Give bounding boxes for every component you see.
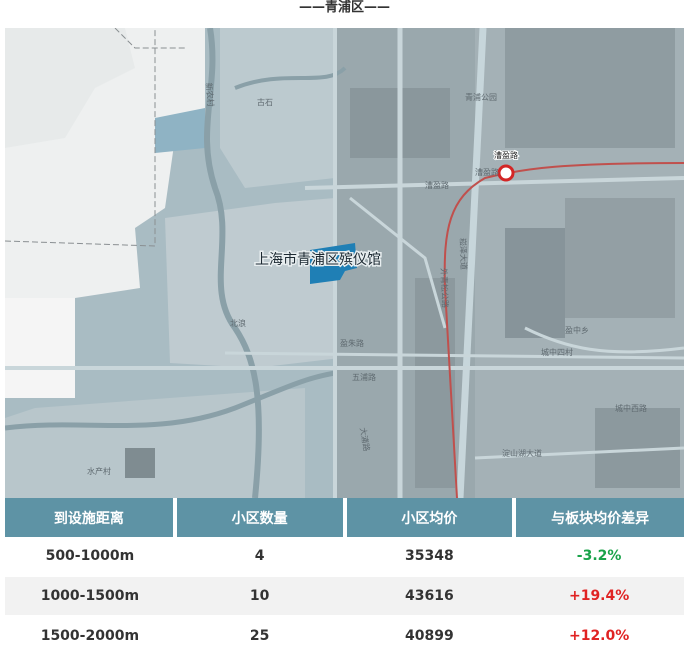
place-label: 城中西路	[615, 403, 647, 413]
cell-count: 4	[174, 537, 345, 577]
place-label: 漕盈路	[425, 180, 449, 190]
metro-station-icon[interactable]	[497, 164, 515, 182]
table-row: 1000-1500m 10 43616 +19.4%	[5, 576, 684, 617]
urban-block	[415, 278, 455, 488]
place-label: 漕盈路	[475, 167, 499, 177]
stats-table: 到设施距离 小区数量 小区均价 与板块均价差异 500-1000m 4 3534…	[5, 498, 684, 657]
table-header-row: 到设施距离 小区数量 小区均价 与板块均价差异	[5, 498, 684, 537]
cell-distance: 1500-2000m	[5, 616, 175, 657]
station-label: 漕盈路	[494, 150, 518, 160]
place-label: 水产村	[87, 466, 111, 476]
place-label: 城中四村	[541, 347, 573, 357]
place-label: 外青松公路	[439, 268, 450, 308]
cell-distance: 500-1000m	[5, 537, 175, 577]
header-avg-price: 小区均价	[342, 498, 515, 537]
place-label: 新农村	[204, 82, 216, 107]
cell-diff: -3.2%	[514, 537, 684, 577]
cell-diff: +12.0%	[514, 616, 684, 657]
cell-price: 43616	[344, 576, 515, 617]
place-label: 崧泽大道	[458, 238, 469, 270]
cell-price: 35348	[344, 537, 515, 577]
cell-count: 25	[174, 616, 345, 657]
place-label: 盈朱路	[340, 338, 364, 348]
place-label: 淀山湖大道	[502, 448, 542, 458]
place-label: 青浦公园	[465, 92, 497, 102]
place-label: 五浦路	[352, 372, 376, 382]
cell-distance: 1000-1500m	[5, 576, 175, 617]
place-label: 古石	[257, 97, 273, 107]
place-label: 北浪	[230, 318, 246, 328]
header-distance: 到设施距离	[5, 498, 175, 537]
map-canvas: 上海市青浦区殡仪馆 漕盈路 古石 北浪 水产村 盈中乡 城中西路 漕盈路 淀山湖…	[5, 28, 684, 498]
urban-block	[125, 448, 155, 478]
urban-block	[565, 198, 675, 318]
cell-price: 40899	[344, 616, 515, 657]
land-block	[220, 28, 335, 188]
header-price-diff: 与板块均价差异	[512, 498, 684, 537]
facility-label: 上海市青浦区殡仪馆	[255, 251, 381, 268]
cell-count: 10	[174, 576, 345, 617]
cell-diff: +19.4%	[514, 576, 684, 617]
urban-block	[505, 28, 675, 148]
header-count: 小区数量	[172, 498, 345, 537]
table-row: 1500-2000m 25 40899 +12.0%	[5, 616, 684, 657]
page-title: ——青浦区——	[298, 0, 390, 15]
map-view[interactable]: 上海市青浦区殡仪馆 漕盈路 古石 北浪 水产村 盈中乡 城中西路 漕盈路 淀山湖…	[5, 28, 684, 498]
urban-block	[505, 228, 565, 338]
west-island	[5, 298, 75, 398]
table-row: 500-1000m 4 35348 -3.2%	[5, 537, 684, 577]
place-label: 盈中乡	[565, 325, 589, 335]
